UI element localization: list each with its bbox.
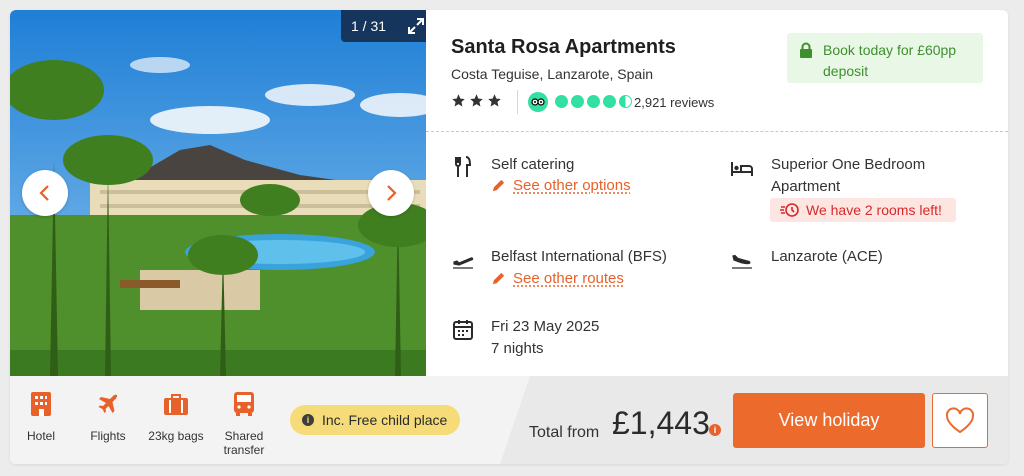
previous-photo-button[interactable] (22, 170, 68, 216)
feature-bags: 23kg bags (141, 390, 211, 443)
tripadvisor-logo-icon (528, 92, 548, 112)
expand-icon[interactable] (408, 18, 425, 34)
rating-bubble-half (619, 95, 632, 108)
photo-counter: 1 / 31 (341, 10, 426, 42)
review-count[interactable]: 2,921 reviews (634, 95, 714, 110)
deposit-banner: Book today for £60pp deposit (787, 33, 983, 83)
feature-transfer-label: Shared transfer (223, 429, 265, 457)
free-child-place-badge[interactable]: i Inc. Free child place (290, 405, 461, 435)
total-price: £1,443 (612, 405, 710, 441)
calendar-icon (453, 320, 473, 340)
star-icon (488, 94, 501, 107)
hotel-photo-gallery[interactable]: 1 / 31 (10, 10, 426, 376)
hotel-icon (31, 392, 51, 416)
chevron-right-icon (387, 185, 397, 201)
info-icon: i (302, 414, 314, 426)
rating-divider (517, 90, 518, 114)
arrival-airport: Lanzarote (ACE) (771, 248, 883, 265)
trip-duration: 7 nights (491, 340, 544, 357)
deposit-text: Book today for £60pp deposit (823, 42, 957, 79)
feature-transfer: Shared transfer (209, 390, 279, 457)
plane-landing-icon (732, 254, 752, 269)
rating-bubble (555, 95, 568, 108)
see-other-options-label: See other options (513, 177, 631, 194)
booking-bar: Hotel Flights 23kg bags Shared transfer … (10, 376, 1008, 464)
view-holiday-button[interactable]: View holiday (733, 393, 925, 448)
timer-icon (780, 203, 799, 217)
price-info-icon[interactable]: i (709, 424, 721, 436)
departure-date: Fri 23 May 2025 (491, 318, 600, 335)
rooms-left-text: We have 2 rooms left! (806, 202, 942, 218)
rating-bubble (571, 95, 584, 108)
hotel-location: Costa Teguise, Lanzarote, Spain (451, 66, 654, 82)
next-photo-button[interactable] (368, 170, 414, 216)
room-type: Superior One Bedroom Apartment (771, 156, 926, 195)
rating-bubble (603, 95, 616, 108)
rating-bubble (587, 95, 600, 108)
feature-flights: Flights (73, 390, 143, 443)
star-icon (452, 94, 465, 107)
departure-airport: Belfast International (BFS) (491, 248, 667, 265)
star-icon (470, 94, 483, 107)
see-other-routes-label: See other routes (513, 270, 624, 287)
feature-flights-label: Flights (90, 429, 126, 443)
see-other-routes-link[interactable]: See other routes (491, 270, 624, 287)
feature-hotel-label: Hotel (26, 429, 55, 443)
heart-icon (945, 407, 975, 434)
plane-icon (98, 394, 118, 413)
pencil-icon (492, 179, 505, 192)
board-basis: Self catering (491, 156, 575, 173)
bed-icon (731, 162, 753, 176)
favourite-button[interactable] (932, 393, 988, 448)
feature-hotel: Hotel (10, 390, 76, 443)
total-from-label: Total from (529, 424, 600, 441)
holiday-card: 1 / 31 Santa Rosa Apartments Costa Tegui… (10, 10, 1008, 464)
plane-takeoff-icon (453, 257, 474, 269)
section-divider (426, 131, 1008, 132)
star-rating (451, 93, 502, 108)
bus-icon (234, 392, 254, 416)
photo-counter-text: 1 / 31 (351, 18, 387, 34)
see-other-options-link[interactable]: See other options (491, 177, 631, 194)
luggage-icon (164, 394, 188, 415)
tripadvisor-bubbles (555, 95, 632, 108)
cutlery-icon (455, 156, 472, 177)
pencil-icon (492, 272, 505, 285)
chevron-left-icon (39, 185, 49, 201)
rooms-left-alert: We have 2 rooms left! (770, 198, 956, 222)
lock-icon (800, 42, 812, 58)
free-child-place-label: Inc. Free child place (322, 412, 448, 428)
feature-bags-label: 23kg bags (148, 429, 204, 443)
hotel-photo (10, 10, 426, 376)
hotel-name[interactable]: Santa Rosa Apartments (451, 36, 676, 59)
